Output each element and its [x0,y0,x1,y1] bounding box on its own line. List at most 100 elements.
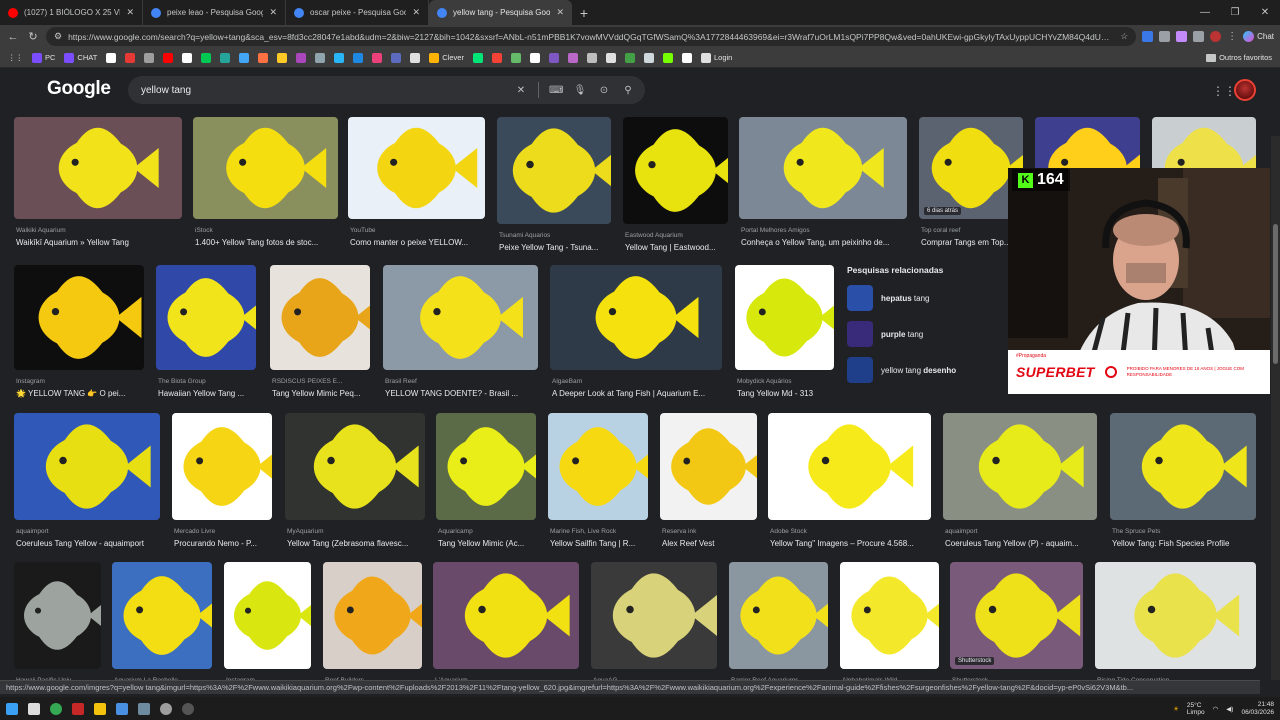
bookmark-item[interactable] [315,52,326,63]
result-image[interactable] [14,265,144,370]
address-bar[interactable]: ⚙ https://www.google.com/search?q=yellow… [46,27,1137,46]
google-logo[interactable]: Google [47,78,111,100]
maximize-button[interactable]: ❐ [1220,0,1250,25]
bookmark-item[interactable] [548,52,559,63]
result-caption[interactable]: Tang Yellow Md - 313 [737,389,836,398]
site-info-icon[interactable]: ⚙ [54,31,62,42]
image-result[interactable]: Alphabetimals Wild... [840,562,939,680]
bookmark-item[interactable] [662,52,673,63]
result-caption[interactable]: A Deeper Look at Tang Fish | Aquarium E.… [552,389,724,398]
result-caption[interactable]: Hawaiian Yellow Tang ... [158,389,258,398]
result-image[interactable] [270,265,370,370]
image-result[interactable]: Portal Melhores Amigos Conheça o Yellow T… [739,117,907,251]
image-result[interactable]: aquaimport Coeruleus Tang Yellow - aquaim… [14,413,160,552]
store-icon[interactable] [116,702,128,715]
steam-icon[interactable] [138,702,150,715]
image-result[interactable]: Instagram [224,562,311,680]
tab-close-icon[interactable]: ✕ [126,7,134,18]
microphone-icon[interactable]: 🎙 [573,85,587,96]
result-caption[interactable]: Yellow Sailfin Tang | R... [550,539,650,548]
result-caption[interactable]: Alex Reef Vest [662,539,759,548]
result-image[interactable] [285,413,425,520]
result-caption[interactable]: YELLOW TANG DOENTE? - Brasil ... [385,389,540,398]
bookmark-item[interactable] [391,52,402,63]
bookmark-item[interactable] [529,52,540,63]
bookmark-item[interactable]: Login [700,52,732,63]
obs-icon[interactable] [182,702,194,715]
result-caption[interactable]: Peixe Yellow Tang - Tsuna... [499,243,613,252]
result-caption[interactable]: Conheça o Yellow Tang, um peixinho de... [741,238,909,247]
bookmark-item[interactable] [586,52,597,63]
bookmark-item[interactable] [296,52,307,63]
bookmark-item[interactable] [567,52,578,63]
result-image[interactable] [14,117,182,219]
image-result[interactable]: L'Aquarium [433,562,579,680]
profile-icon[interactable] [1210,31,1222,42]
image-result[interactable]: Rising Tide Conservation [1095,562,1256,680]
result-image[interactable] [591,562,717,669]
result-image[interactable]: Shutterstock [950,562,1083,669]
clock[interactable]: 21:48 06/03/2026 [1241,701,1274,717]
bookmark-item[interactable] [106,52,117,63]
result-caption[interactable]: 1.400+ Yellow Tang fotos de stoc... [195,238,340,247]
xbox-icon[interactable] [160,702,172,715]
bookmark-star-icon[interactable]: ☆ [1120,31,1128,42]
other-bookmarks[interactable]: Outros favoritos [1206,53,1272,62]
image-result[interactable]: AquaAG [591,562,717,680]
image-result[interactable]: iStock 1.400+ Yellow Tang fotos de stoc..… [193,117,338,251]
result-image[interactable] [14,562,101,669]
result-image[interactable] [323,562,422,669]
result-caption[interactable]: Coeruleus Tang Yellow - aquaimport [16,539,162,548]
bookmark-item[interactable] [472,52,483,63]
image-result[interactable]: aquaimport Coeruleus Tang Yellow (P) - aq… [943,413,1097,552]
tab-close-icon[interactable]: ✕ [269,7,277,18]
image-result[interactable]: RSDISCUS PEIXES E... Tang Yellow Mimic Pe… [270,265,370,402]
result-image[interactable] [1110,413,1256,520]
bookmark-item[interactable]: CHAT [64,52,97,63]
bookmark-item[interactable] [258,52,269,63]
bookmark-item[interactable] [605,52,616,63]
image-result[interactable]: Reef Builders [323,562,422,680]
image-result[interactable]: Eastwood Aquarium Yellow Tang | Eastwood.… [623,117,728,256]
extension-icon[interactable] [1193,31,1205,42]
result-caption[interactable]: Yellow Tang: Fish Species Profile [1112,539,1258,548]
browser-tab[interactable]: (1027) 1 BIÓLOGO X 25 VEGANOS ✕ [0,0,143,25]
browser-tab[interactable]: peixe leao - Pesquisa Google ✕ [143,0,286,25]
tab-close-icon[interactable]: ✕ [412,7,420,18]
bookmark-item[interactable] [410,52,421,63]
result-image[interactable] [735,265,834,370]
result-caption[interactable]: Yellow Tang (Zebrasoma flavesc... [287,539,427,548]
image-result[interactable]: Instagram 🌟 YELLOW TANG 👉 O pei... [14,265,144,402]
related-item[interactable]: purple tang [847,319,989,349]
browser-tab[interactable]: oscar peixe - Pesquisa Google ✕ [286,0,429,25]
image-result[interactable]: MyAquarium Yellow Tang (Zebrasoma flavesc… [285,413,425,552]
image-result[interactable]: The Biota Group Hawaiian Yellow Tang ... [156,265,256,402]
result-image[interactable] [112,562,212,669]
app-icon[interactable] [72,702,84,715]
page-scrollbar[interactable] [1271,136,1280,680]
result-image[interactable] [1095,562,1256,669]
tab-close-icon[interactable]: ✕ [556,7,564,18]
image-result[interactable]: Mercado Livre Procurando Nemo - P... [172,413,272,552]
bookmark-item[interactable] [277,52,288,63]
result-image[interactable] [224,562,311,669]
result-caption[interactable]: 🌟 YELLOW TANG 👉 O pei... [16,389,146,398]
apps-bookmark-icon[interactable]: ⋮⋮ [8,53,23,62]
image-result[interactable]: Aquarium La Rochelle [112,562,212,680]
result-image[interactable] [383,265,538,370]
bookmark-item[interactable]: PC [32,52,55,63]
result-image[interactable] [768,413,931,520]
image-result[interactable]: Reserva ink Alex Reef Vest [660,413,757,552]
wifi-icon[interactable]: ◠ [1213,705,1219,713]
result-image[interactable] [729,562,828,669]
result-image[interactable] [497,117,611,224]
result-image[interactable] [172,413,272,520]
extension-icon[interactable] [1176,31,1188,42]
bookmark-item[interactable] [144,52,155,63]
reload-icon[interactable]: ↻ [26,30,40,44]
result-caption[interactable]: Coeruleus Tang Yellow (P) - aquaim... [945,539,1099,548]
close-window-button[interactable]: ✕ [1250,0,1280,25]
bookmark-item[interactable]: Clever [429,52,464,63]
image-result[interactable]: The Spruce Pets Yellow Tang: Fish Species… [1110,413,1256,552]
result-caption[interactable]: Tang Yellow Mimic Peq... [272,389,372,398]
